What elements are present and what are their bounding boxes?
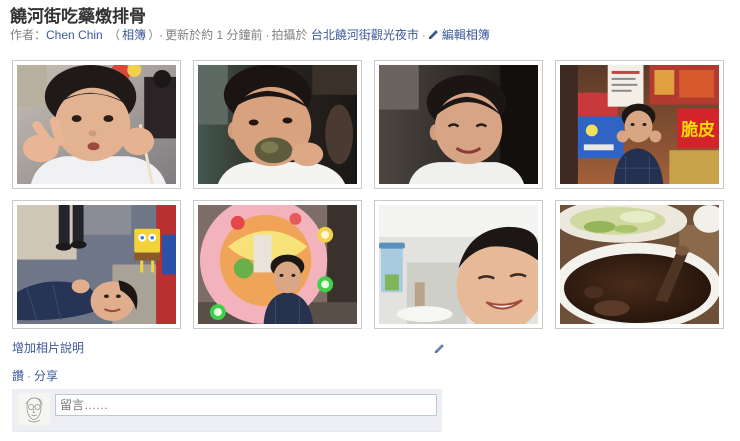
child-figure [17,279,138,322]
stall-sign-text: 脆皮 [680,119,715,139]
photo-thumbnail[interactable]: 脆皮 [555,60,724,189]
photo-image[interactable]: 脆皮 [560,65,719,184]
separator-dot: · [265,28,270,42]
author-label: 作者： [10,28,47,42]
comment-composer [12,389,442,432]
author-link[interactable]: Chen Chin [46,28,103,42]
pencil-icon[interactable] [434,343,445,354]
photo-thumbnail[interactable] [193,200,362,329]
photo-actions: 讚 · 分享 [12,369,58,384]
taken-at-label: 拍攝於 [271,28,308,42]
album-meta: 作者：Chen Chin （相簿） · 更新於約 1 分鐘前 · 拍攝於 台北饒河街觀光… [10,28,490,43]
drink-cup [379,242,405,293]
photo-thumbnail[interactable] [12,200,181,329]
pencil-icon[interactable] [428,29,439,40]
separator-dot: · [421,28,426,42]
caption-row: 增加相片說明 [12,340,446,356]
photo-thumbnail[interactable] [555,200,724,329]
photo-image[interactable] [17,65,176,184]
photo-thumbnail[interactable] [374,200,543,329]
photo-image[interactable] [198,205,357,324]
photo-thumbnail[interactable] [193,60,362,189]
menu-poster [607,65,644,107]
comment-input[interactable] [55,394,437,416]
share-link[interactable]: 分享 [34,369,58,383]
separator-dot: · [27,369,32,383]
updated-time: 更新於約 1 分鐘前 [165,28,263,42]
photo-image[interactable] [560,205,719,324]
photo-image[interactable] [17,205,176,324]
paren-close: ） [148,28,155,42]
add-caption-link[interactable]: 增加相片說明 [12,340,84,356]
soup-bowl [560,242,719,324]
edit-album-link[interactable]: 編輯相簿 [428,28,490,42]
hand [291,142,324,167]
photo-grid: 脆皮 [12,60,724,329]
like-link[interactable]: 讚 [12,369,24,383]
photo-image[interactable] [379,205,538,324]
photo-image[interactable] [198,65,357,184]
album-title: 饒河街吃藥燉排骨 [10,7,146,26]
user-avatar[interactable] [18,393,50,425]
meat-piece [254,137,293,164]
photo-thumbnail[interactable] [374,60,543,189]
stall-sign: 脆皮 [677,108,719,149]
photo-thumbnail[interactable] [12,60,181,189]
photo-image[interactable] [379,65,538,184]
paren-open: （ [108,28,121,42]
location-link[interactable]: 台北饒河街觀光夜市 [311,28,419,42]
edit-album-label[interactable]: 編輯相簿 [442,28,490,42]
albums-link[interactable]: 相簿 [122,28,146,42]
separator-dot: · [159,28,164,42]
